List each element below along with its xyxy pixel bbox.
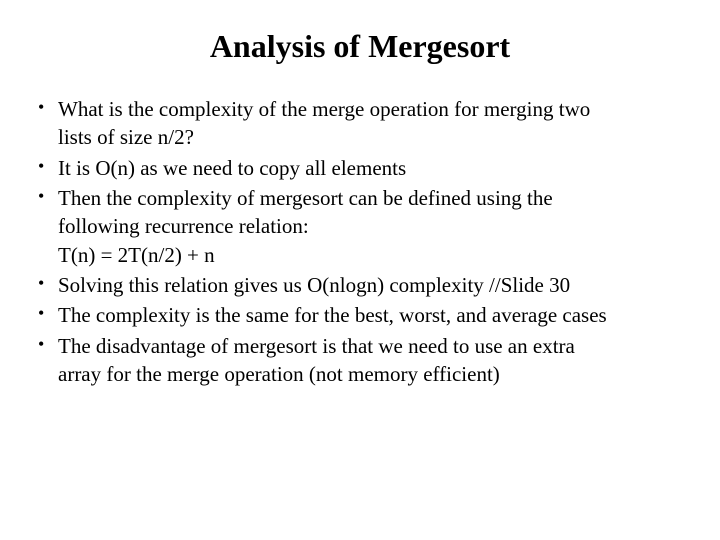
bullet-text: lists of size n/2? <box>58 123 690 151</box>
bullet-text: T(n) = 2T(n/2) + n <box>58 241 690 269</box>
list-item: Solving this relation gives us O(nlogn) … <box>58 271 690 299</box>
bullet-text: following recurrence relation: <box>58 212 690 240</box>
list-item: The disadvantage of mergesort is that we… <box>58 332 690 389</box>
list-item: The complexity is the same for the best,… <box>58 301 690 329</box>
list-item: What is the complexity of the merge oper… <box>58 95 690 152</box>
bullet-text: array for the merge operation (not memor… <box>58 360 690 388</box>
bullet-text: Solving this relation gives us O(nlogn) … <box>58 273 570 297</box>
list-item: It is O(n) as we need to copy all elemen… <box>58 154 690 182</box>
bullet-text: Then the complexity of mergesort can be … <box>58 184 690 212</box>
bullet-list: What is the complexity of the merge oper… <box>30 95 690 388</box>
list-item: Then the complexity of mergesort can be … <box>58 184 690 269</box>
bullet-text: What is the complexity of the merge oper… <box>58 95 690 123</box>
bullet-text: The disadvantage of mergesort is that we… <box>58 332 690 360</box>
bullet-text: It is O(n) as we need to copy all elemen… <box>58 156 406 180</box>
bullet-text: The complexity is the same for the best,… <box>58 303 607 327</box>
slide-title: Analysis of Mergesort <box>30 28 690 65</box>
